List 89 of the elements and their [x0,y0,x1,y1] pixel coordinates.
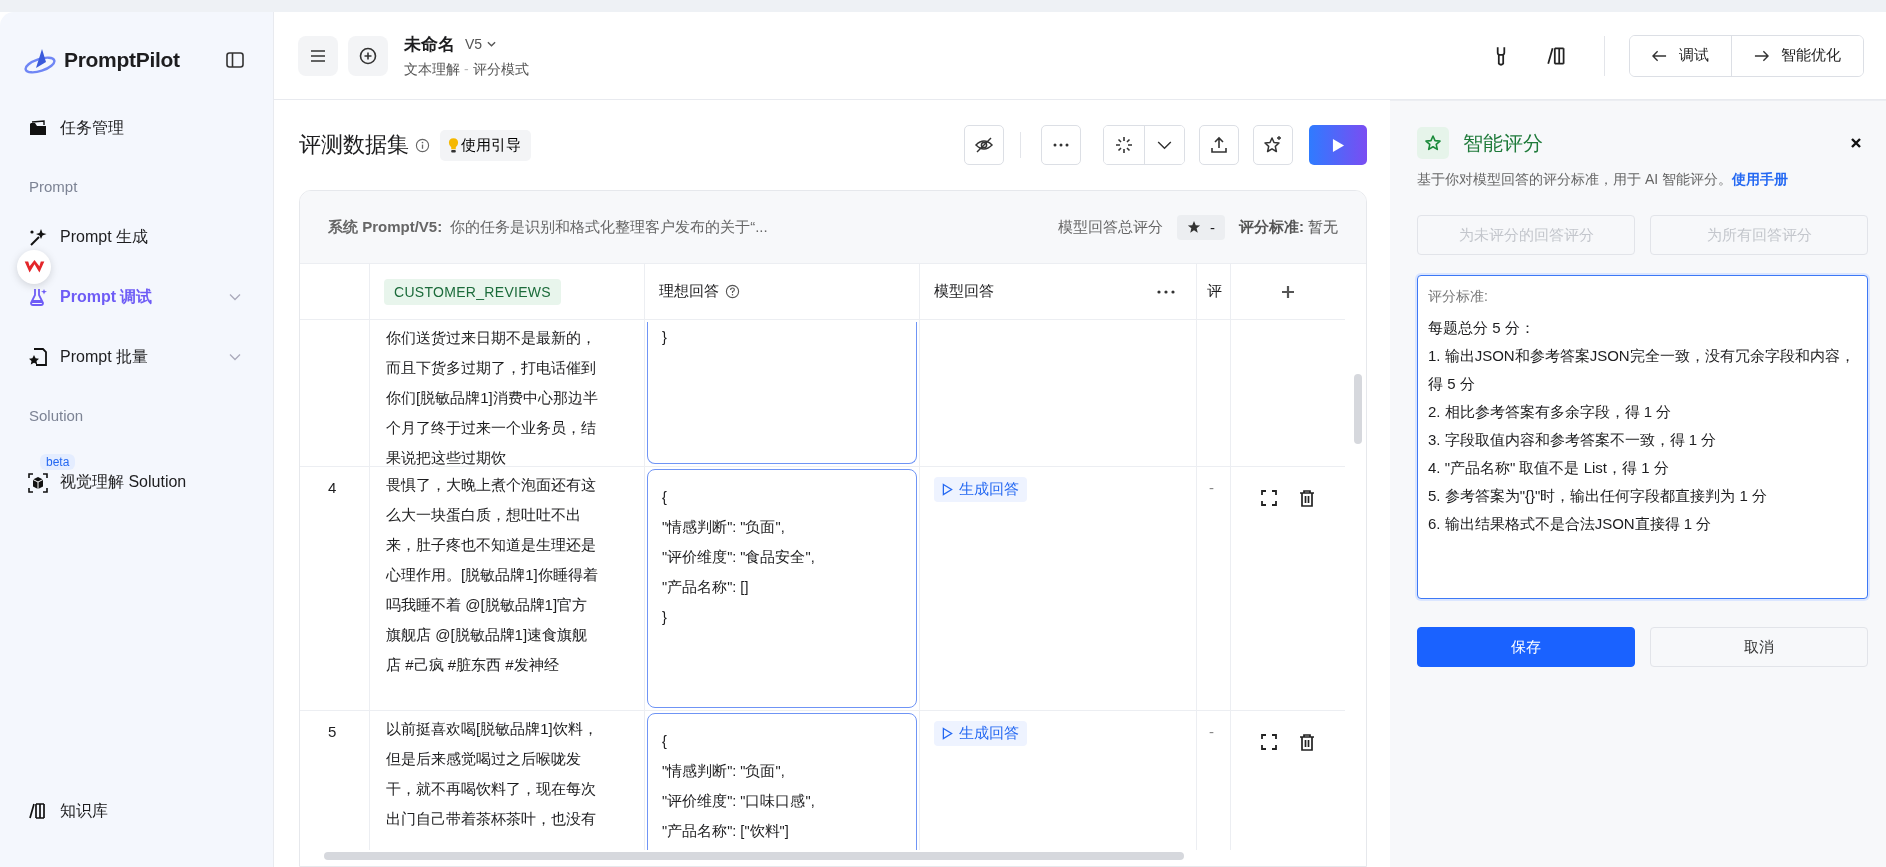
nav-item[interactable]: Prompt 生成 [24,225,251,249]
nav-item[interactable]: beta 视觉理解 Solution [24,454,251,497]
cube-icon [28,472,48,493]
field-label: 评分标准: [1428,288,1488,306]
add-column-icon[interactable] [1280,283,1296,300]
manual-link[interactable]: 使用手册 [1732,171,1788,187]
review-text: 畏惧了，大晚上煮个泡面还有这么大一块蛋白质，想吐吐不出来，肚子疼也不知道是生理还是心理作用。[脱敏品牌1]你睡得着吗我睡不着 @[脱敏品牌1]官方旗舰店 @[脱敏品牌1]速食旗舰店 #己疯 #脏东西 #发神经 [386,475,598,675]
separator: - [464,60,469,79]
review-text: 以前挺喜欢喝[脱敏品牌1]饮料，但是后来感觉喝过之后喉咙发干，就不再喝饮料了，现在每次出门自己带着茶杯茶叶，也没有 [386,719,598,829]
caret-icon [487,41,497,47]
star-icon [1187,220,1201,234]
prompt-preview: 你的任务是识别和格式化整理客户发布的关于“... [450,217,768,237]
section-title: 评测数据集 [299,131,409,159]
books-icon [28,801,48,821]
delete-icon[interactable] [1298,733,1316,751]
prompt-label: 系统 Prompt/V5: [328,217,443,237]
row-number: 5 [328,723,337,740]
total-score-label: 模型回答总评分 [1058,217,1163,237]
mode-label: 评分模式 [472,60,529,79]
ideal-answer-field[interactable]: { "情感判断": "负面", "评价维度": "食品安全", "产品名称": [] } [647,469,917,708]
flask-icon [28,287,48,307]
help-icon [725,284,740,299]
cancel-button[interactable]: 取消 [1650,627,1868,667]
sidebar-toggle-icon[interactable] [225,50,245,70]
menu-button[interactable] [298,35,338,76]
section-label: Prompt [29,178,79,195]
task-type: 文本理解 [404,60,460,79]
panel-description: 基于你对模型回答的评分标准，用于 AI 智能评分。使用手册 [1417,171,1789,189]
generate-answer-button[interactable]: 生成回答 [934,721,1027,746]
criteria-field[interactable]: 评分标准: 每题总分 5 分： 1. 输出JSON和参考答案JSON完全一致，没有冗余字段和内容，得 5 分 2. 相比参考答案有多余字段，得 1 分 3. 字段取值内容和参考答案不一致，得 1 分 4. "产品名称" 取值不是 List，得 1 分 5. 参考答案为"{}"时，输出任何字段都直接判为 1 分 6. 输出结果格式不是合法JSON直接得 1 分 [1417,275,1868,599]
criteria-label: 评分标准: [1239,217,1304,237]
play-icon [942,483,953,496]
more-icon[interactable] [1156,288,1176,295]
floating-app-icon[interactable] [17,250,51,284]
guide-button[interactable]: 使用引导 [440,129,531,161]
play-icon [942,727,953,740]
column-header: 评 [1207,282,1222,301]
nav-item[interactable]: Prompt 调试 [24,285,251,309]
nav-item[interactable]: 任务管理 [24,116,251,140]
criteria-textarea[interactable]: 每题总分 5 分： 1. 输出JSON和参考答案JSON完全一致，没有冗余字段和内容，得 5 分 2. 相比参考答案有多余字段，得 1 分 3. 字段取值内容和参考答案不一致，得 1 分 4. "产品名称" 取值不是 List，得 1 分 5. 参考答案为"{}"时，输出任何字段都直接判为 1 分 6. 输出结果格式不是合法JSON直接得 1 分 [1428,306,1857,586]
delete-icon[interactable] [1298,489,1316,507]
review-text: 你们送货过来日期不是最新的，而且下货多过期了，打电话催到你们[脱敏品牌1]消费中心那边半个月了终于过来一个业务员，结果说把这些过期饮 [386,328,598,468]
star-plus-icon [1263,135,1283,155]
header-action-button[interactable]: 智能优化 [1731,35,1863,76]
document-title: 未命名 [404,33,455,56]
beta-badge: beta [40,454,76,470]
score-value: - [1209,479,1214,496]
expand-icon[interactable] [1260,489,1278,507]
play-icon [1331,137,1345,153]
info-icon [415,137,430,153]
chevron-icon [229,293,241,301]
chevron-icon [229,353,241,361]
wps-logo-icon [23,260,45,274]
star-outline-icon [1423,133,1443,153]
sparkle-icon [1114,135,1134,155]
upload-icon [1209,135,1229,155]
expand-icon[interactable] [1260,733,1278,751]
upload-button[interactable] [1199,125,1239,165]
ideal-answer-field[interactable]: } [647,322,917,464]
folder-icon [28,118,48,138]
brand-name: PromptPilot [64,48,180,72]
panel-title: 智能评分 [1463,130,1543,156]
column-header: 理想回答 [659,282,719,301]
run-button[interactable] [1309,125,1367,165]
eye-off-icon [974,135,994,155]
plus-circle-icon [358,45,378,66]
version-dropdown[interactable]: V5 [465,36,497,52]
generate-answer-button[interactable]: 生成回答 [934,477,1027,502]
total-score: - [1177,214,1225,240]
more-icon [1053,143,1069,147]
magic-wand-icon [28,227,48,247]
chevron-icon [1157,140,1172,150]
add-button[interactable] [348,35,388,76]
section-label: Solution [29,407,85,424]
nav-item[interactable]: 知识库 [24,799,251,823]
hide-button[interactable] [964,125,1004,165]
document-star-icon [28,347,48,367]
lightbulb-icon [448,136,459,154]
row-number: 4 [328,479,337,496]
criteria-value: 暂无 [1308,217,1338,237]
arrow-left-icon [1652,49,1667,62]
arrow-right-icon [1754,49,1769,62]
close-icon[interactable] [1850,137,1862,149]
column-header: CUSTOMER_REVIEWS [384,278,561,305]
column-header: 模型回答 [934,282,994,301]
save-button[interactable]: 保存 [1417,627,1635,667]
favorite-button[interactable] [1253,125,1293,165]
score-value: - [1209,723,1214,740]
nav-item[interactable]: Prompt 批量 [24,345,251,369]
